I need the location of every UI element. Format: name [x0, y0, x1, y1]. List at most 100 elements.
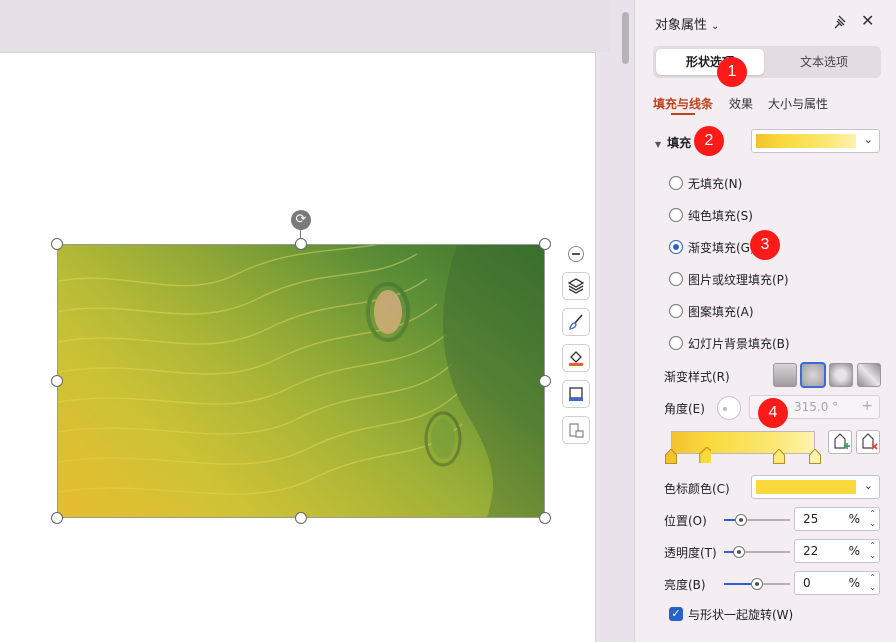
vertical-scrollbar[interactable] [612, 0, 632, 642]
radio-circle [669, 176, 683, 190]
stop-color-dropdown[interactable]: ⌄ [751, 475, 880, 499]
spinner-arrows-icon[interactable]: ⌃ ⌄ [869, 509, 876, 529]
delete-gradient-stop-button[interactable] [856, 430, 880, 454]
brightness-input[interactable]: 0 % ⌃ ⌄ [794, 571, 880, 595]
radio-label: 图片或纹理填充(P) [688, 272, 789, 287]
angle-label: 角度(E) [664, 402, 705, 416]
chevron-down-icon: ⌄ [863, 133, 873, 146]
percent-unit: % [848, 512, 860, 526]
pane-title-text: 对象属性 [655, 18, 708, 33]
fill-preset-dropdown[interactable]: ⌄ [751, 129, 880, 153]
resize-handle-left[interactable] [51, 375, 63, 387]
fill-section-header[interactable]: ▼ 填充 [655, 134, 691, 151]
callout-badge: 4 [758, 398, 788, 428]
transparency-slider-thumb[interactable] [732, 546, 745, 558]
transparency-label: 透明度(T) [664, 546, 717, 560]
radio-label: 图案填充(A) [688, 304, 754, 319]
transparency-slider[interactable] [724, 546, 790, 558]
close-icon[interactable]: ✕ [861, 13, 877, 29]
angle-value: 315.0 ° [794, 400, 839, 414]
checkmark-icon: ✓ [669, 607, 683, 621]
resize-handle-top-right[interactable] [539, 238, 551, 250]
position-input[interactable]: 25 % ⌃ ⌄ [794, 507, 880, 531]
radio-circle [669, 336, 683, 350]
gradient-stops-bar[interactable] [671, 431, 815, 454]
tab-text-options[interactable]: 文本选项 [770, 49, 878, 75]
tab-shape-options[interactable]: 形状选项 [656, 49, 764, 75]
radio-pattern-fill[interactable]: 图案填充(A) [669, 301, 754, 321]
radio-circle [669, 304, 683, 318]
terraced-fields-picture[interactable] [57, 244, 545, 518]
collapse-toolbar-button[interactable] [568, 246, 584, 262]
radio-gradient-fill[interactable]: 渐变填充(G) [669, 237, 755, 257]
brightness-slider-thumb[interactable] [751, 578, 763, 590]
spinner-arrows-icon[interactable]: ⌃ ⌄ [869, 573, 876, 593]
add-gradient-stop-button[interactable] [828, 430, 852, 454]
fill-color-icon[interactable] [562, 344, 590, 372]
transparency-value: 22 [803, 544, 819, 558]
callout-badge: 3 [750, 230, 780, 260]
brush-icon[interactable] [562, 308, 590, 336]
radio-label: 纯色填充(S) [688, 208, 753, 223]
slide-top-margin [0, 0, 610, 52]
gradient-style-radial-button[interactable] [800, 362, 826, 388]
radio-label: 无填充(N) [688, 176, 743, 191]
gradient-overlay [57, 244, 545, 518]
chart-icon[interactable] [562, 416, 590, 444]
scrollbar-thumb[interactable] [622, 12, 629, 64]
position-label: 位置(O) [664, 514, 707, 528]
resize-handle-top-left[interactable] [51, 238, 63, 250]
radio-solid-fill[interactable]: 纯色填充(S) [669, 205, 753, 225]
radio-circle [669, 208, 683, 222]
layers-icon[interactable] [562, 272, 590, 300]
subtab-fill-line[interactable]: 填充与线条 [653, 95, 713, 112]
radio-label: 幻灯片背景填充(B) [688, 336, 790, 351]
canvas-area: ⟳ [0, 0, 634, 642]
radio-circle-selected [669, 240, 683, 254]
chevron-down-icon: ⌄ [863, 479, 873, 492]
gradient-style-path-button[interactable] [857, 363, 881, 387]
brightness-label: 亮度(B) [664, 578, 706, 592]
percent-unit: % [848, 576, 860, 590]
gradient-style-linear-button[interactable] [773, 363, 797, 387]
options-tab-switch: 形状选项 文本选项 [653, 46, 881, 78]
radio-no-fill[interactable]: 无填充(N) [669, 173, 742, 193]
collapse-triangle-icon: ▼ [655, 140, 662, 149]
frame-icon[interactable] [562, 380, 590, 408]
subtab-size-properties[interactable]: 大小与属性 [768, 95, 828, 112]
resize-handle-bottom-left[interactable] [51, 512, 63, 524]
stop-color-swatch [756, 480, 856, 494]
radio-slide-background-fill[interactable]: 幻灯片背景填充(B) [669, 333, 790, 353]
callout-badge: 1 [717, 57, 747, 87]
radio-picture-texture-fill[interactable]: 图片或纹理填充(P) [669, 269, 789, 289]
pane-title[interactable]: 对象属性 ⌄ [655, 14, 719, 33]
plus-icon[interactable]: + [861, 398, 873, 414]
position-slider[interactable] [724, 514, 790, 526]
chevron-down-icon: ⌄ [711, 21, 720, 32]
gradient-stop-marker[interactable] [665, 449, 677, 465]
angle-dial-icon[interactable] [717, 396, 741, 420]
position-slider-thumb[interactable] [734, 514, 747, 526]
pin-icon[interactable] [833, 14, 849, 30]
resize-handle-bottom-right[interactable] [539, 512, 551, 524]
resize-handle-right[interactable] [539, 375, 551, 387]
subtab-effect[interactable]: 效果 [729, 95, 753, 112]
stop-color-label: 色标颜色(C) [664, 482, 730, 496]
spinner-arrows-icon[interactable]: ⌃ ⌄ [869, 541, 876, 561]
gradient-style-label: 渐变样式(R) [664, 370, 730, 384]
gradient-stop-marker[interactable] [809, 449, 821, 465]
radio-label: 渐变填充(G) [688, 240, 755, 255]
brightness-value: 0 [803, 576, 811, 590]
brightness-slider[interactable] [724, 578, 790, 590]
radio-circle [669, 272, 683, 286]
resize-handle-top[interactable] [295, 238, 307, 250]
rotate-with-shape-checkbox[interactable]: ✓ 与形状一起旋转(W) [669, 604, 793, 624]
gradient-stop-marker[interactable] [699, 447, 711, 463]
resize-handle-bottom[interactable] [295, 512, 307, 524]
transparency-input[interactable]: 22 % ⌃ ⌄ [794, 539, 880, 563]
gradient-style-rectangular-button[interactable] [829, 363, 853, 387]
fill-header-label: 填充 [667, 136, 692, 150]
percent-unit: % [848, 544, 860, 558]
gradient-stop-marker[interactable] [773, 449, 785, 465]
rotate-handle-icon[interactable]: ⟳ [291, 210, 311, 230]
